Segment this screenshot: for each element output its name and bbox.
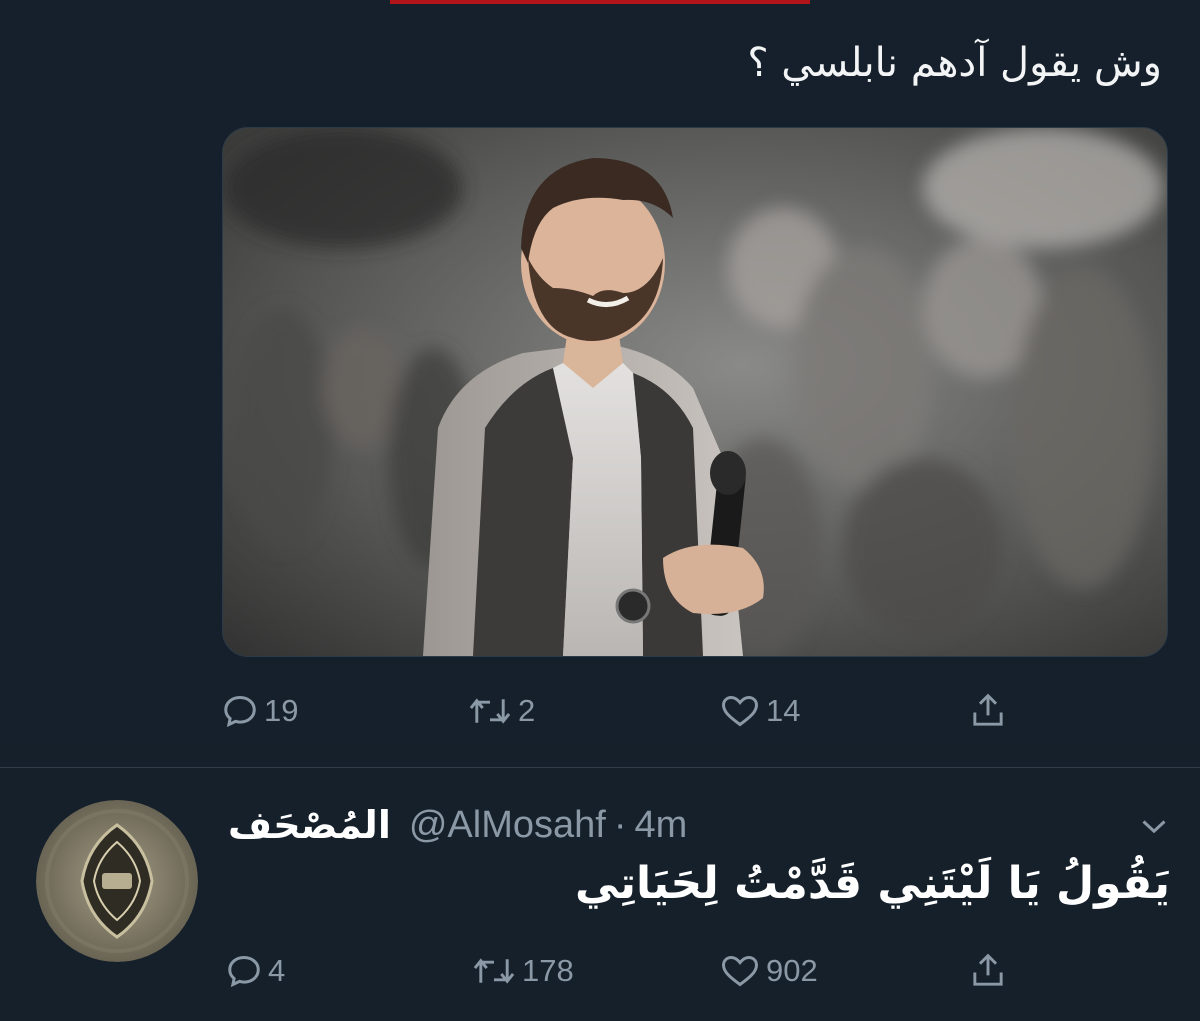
share-icon <box>973 693 1003 726</box>
reply-icon <box>224 695 256 728</box>
tweet-media-photo[interactable] <box>222 127 1168 657</box>
reply-count: 19 <box>264 693 299 728</box>
top-red-strip <box>390 0 810 4</box>
tweet-text: يَقُولُ يَا لَيْتَنِي قَدَّمْتُ لِحَيَات… <box>575 858 1170 909</box>
like-count: 14 <box>766 693 801 728</box>
retweet-count: 2 <box>518 693 536 728</box>
tweet-actions: 19 2 14 <box>222 686 1042 736</box>
timestamp[interactable]: 4m <box>635 804 688 847</box>
separator-dot: · <box>613 803 627 846</box>
tweet-header: المُصْحَف @AlMosahf · 4m <box>228 800 687 850</box>
like-count: 902 <box>766 953 818 988</box>
retweet-button[interactable]: 178 <box>472 946 574 996</box>
twitter-screenshot: وش يقول آدهم نابلسي ؟ 19 2 14 المُصْحَف … <box>0 0 1200 1021</box>
tweet-actions: 4 178 902 <box>222 946 1042 996</box>
heart-icon <box>721 695 759 727</box>
tweet-menu-button[interactable] <box>1136 808 1172 844</box>
reply-count: 4 <box>268 953 286 988</box>
tweet-divider <box>0 767 1200 768</box>
chevron-down-icon <box>1142 820 1166 834</box>
retweet-icon <box>473 958 515 984</box>
share-icon <box>973 953 1003 986</box>
quran-cover-icon <box>36 800 198 962</box>
reply-button[interactable]: 4 <box>226 946 285 996</box>
tweet-text: وش يقول آدهم نابلسي ؟ <box>747 40 1162 86</box>
reply-icon <box>228 955 260 988</box>
heart-icon <box>721 955 759 987</box>
retweet-button[interactable]: 2 <box>468 686 535 736</box>
share-button[interactable] <box>970 686 1006 736</box>
like-button[interactable]: 902 <box>720 946 818 996</box>
reply-button[interactable]: 19 <box>222 686 298 736</box>
retweet-icon <box>469 698 511 724</box>
display-name[interactable]: المُصْحَف <box>228 803 391 847</box>
retweet-count: 178 <box>522 953 574 988</box>
user-handle[interactable]: @AlMosahf <box>409 804 606 847</box>
like-button[interactable]: 14 <box>720 686 800 736</box>
avatar[interactable] <box>36 800 198 962</box>
photo-man-with-microphone <box>223 128 1167 656</box>
share-button[interactable] <box>970 946 1006 996</box>
